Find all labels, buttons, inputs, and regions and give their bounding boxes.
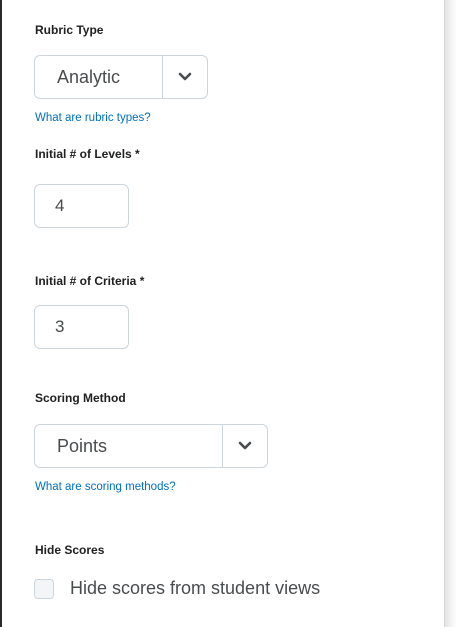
scoring-method-dropdown-button[interactable] (222, 425, 267, 467)
hide-scores-checkbox[interactable] (34, 578, 54, 599)
rubric-settings-panel: Rubric Type Analytic What are rubric typ… (0, 0, 445, 627)
scoring-method-value: Points (57, 435, 108, 456)
hide-scores-label: Hide Scores (35, 543, 105, 557)
levels-input[interactable]: 4 (34, 184, 129, 228)
chevron-down-icon (238, 441, 252, 450)
rubric-type-dropdown-button[interactable] (162, 56, 207, 98)
criteria-input[interactable]: 3 (34, 305, 129, 349)
levels-label: Initial # of Levels * (35, 147, 140, 161)
panel-edge-shadow (445, 0, 457, 627)
hide-scores-checkbox-label[interactable]: Hide scores from student views (70, 578, 320, 599)
rubric-type-select[interactable]: Analytic (34, 55, 208, 99)
rubric-type-label: Rubric Type (35, 23, 104, 37)
rubric-types-help-link[interactable]: What are rubric types? (35, 112, 151, 124)
scoring-method-label: Scoring Method (35, 391, 126, 405)
scoring-method-select[interactable]: Points (34, 424, 268, 468)
hide-scores-option[interactable]: Hide scores from student views (34, 578, 320, 599)
rubric-type-value: Analytic (57, 66, 121, 87)
scoring-methods-help-link[interactable]: What are scoring methods? (35, 481, 176, 493)
chevron-down-icon (178, 72, 192, 81)
criteria-label: Initial # of Criteria * (35, 274, 145, 288)
